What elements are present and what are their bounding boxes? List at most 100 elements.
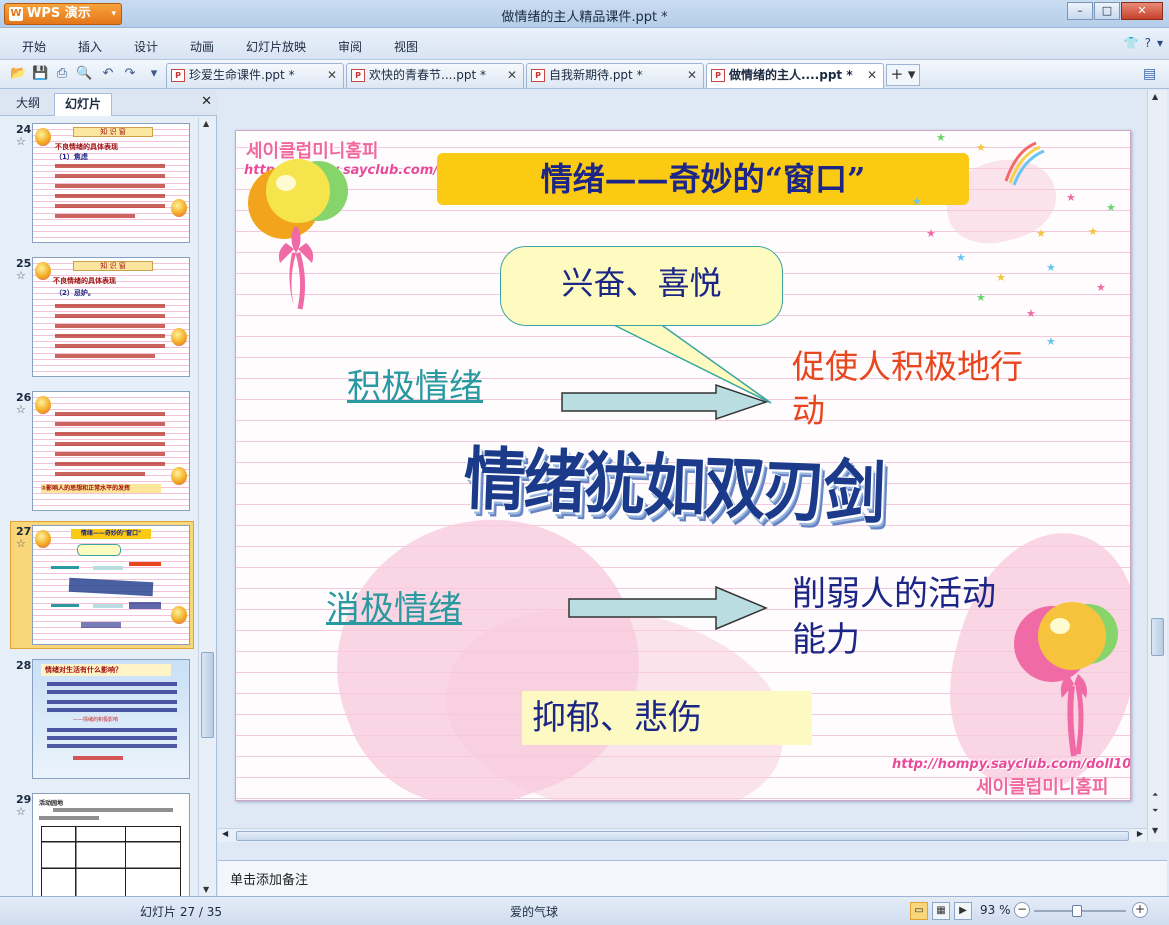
arrow-icon	[561, 383, 769, 421]
star-icon: ★	[976, 141, 986, 154]
scroll-left-icon[interactable]: ◀	[222, 829, 228, 838]
next-slide-icon[interactable]: ⏷	[1152, 806, 1158, 816]
star-icon: ★	[1026, 307, 1036, 320]
star-icon: ★	[1106, 201, 1116, 214]
wordart-title[interactable]: 情绪犹如双刃剑	[434, 422, 913, 538]
positive-effect-text[interactable]: 促使人积极地行动	[792, 345, 1052, 433]
doc-tab-label: 自我新期待.ppt *	[549, 68, 643, 82]
star-icon: ★	[1066, 191, 1076, 204]
tab-slides[interactable]: 幻灯片	[54, 93, 113, 116]
print-preview-icon[interactable]: 🔍	[76, 66, 92, 82]
maximize-button[interactable]: □	[1094, 2, 1120, 20]
close-tab-icon[interactable]: ✕	[507, 64, 517, 87]
ppt-file-icon: P	[171, 69, 185, 82]
layout-icon[interactable]: ▤	[1143, 66, 1159, 82]
doc-tab-label: 珍爱生命课件.ppt *	[189, 68, 295, 82]
print-icon[interactable]: ⎙	[54, 66, 70, 82]
menu-slideshow[interactable]: 幻灯片放映	[246, 38, 306, 55]
slide-sorter-icon[interactable]: ▦	[932, 902, 950, 920]
zoom-in-icon[interactable]: +	[1132, 902, 1148, 918]
ppt-file-icon: P	[531, 69, 545, 82]
zoom-slider-handle[interactable]	[1072, 905, 1083, 917]
thumbnail-text: 不良情绪的具体表现	[53, 277, 116, 285]
star-icon: ★	[1036, 227, 1046, 240]
star-icon: ★	[1046, 335, 1056, 348]
scrollbar-thumb[interactable]	[1151, 618, 1164, 656]
callout-tail	[605, 320, 772, 404]
menu-review[interactable]: 审阅	[338, 38, 362, 55]
close-icon[interactable]: ✕	[201, 94, 212, 109]
panel-scrollbar[interactable]: ▲ ▼	[198, 117, 216, 896]
skin-icon[interactable]: 👕	[1124, 36, 1139, 50]
new-tab-button[interactable]: + ▾	[886, 64, 920, 86]
close-tab-icon[interactable]: ✕	[327, 64, 337, 87]
doc-tab-2[interactable]: P 欢快的青春节....ppt * ✕	[346, 63, 524, 88]
thumbnail-title: 情绪对生活有什么影响？	[41, 664, 171, 676]
animation-star-icon: ☆	[16, 269, 26, 282]
ppt-file-icon: P	[351, 69, 365, 82]
open-icon[interactable]: 📂	[10, 66, 26, 82]
balloon-icon	[248, 159, 348, 310]
theme-name: 爱的气球	[510, 905, 559, 919]
status-bar: 幻灯片 27 / 35 爱的气球 ▭ ▦ ▶ 93 % − +	[0, 896, 1169, 925]
doc-tab-4[interactable]: P 做情绪的主人....ppt * ✕	[706, 63, 884, 88]
scroll-down-icon[interactable]: ▼	[1152, 826, 1158, 835]
menu-insert[interactable]: 插入	[78, 38, 102, 55]
scroll-up-icon[interactable]: ▲	[203, 119, 209, 128]
menu-animation[interactable]: 动画	[190, 38, 214, 55]
horizontal-scrollbar[interactable]: ◀ ▶	[218, 828, 1147, 842]
save-icon[interactable]: 💾	[32, 66, 48, 82]
scrollbar-thumb[interactable]	[236, 831, 1129, 841]
star-icon: ★	[926, 227, 936, 240]
menu-view[interactable]: 视图	[394, 38, 418, 55]
help-icon[interactable]: ?	[1145, 36, 1151, 50]
slide-title[interactable]: 情绪——奇妙的“窗口”	[437, 153, 969, 205]
notes-pane[interactable]: 单击添加备注	[218, 860, 1167, 896]
slide-counter: 幻灯片 27 / 35	[140, 905, 223, 919]
thumbnail-text: ③影响人的思想和正常水平的发挥	[41, 484, 161, 493]
vertical-scrollbar[interactable]: ▲ ⏶ ⏷ ▼	[1147, 90, 1167, 842]
star-icon: ★	[936, 131, 946, 144]
thumbnail-title: 知 识 窗	[73, 127, 153, 137]
scroll-up-icon[interactable]: ▲	[1152, 92, 1158, 101]
window-title: 做情绪的主人精品课件.ppt *	[501, 10, 668, 25]
undo-icon[interactable]: ↶	[100, 66, 116, 82]
scroll-right-icon[interactable]: ▶	[1137, 829, 1143, 838]
previous-slide-icon[interactable]: ⏶	[1152, 790, 1158, 800]
doc-tab-3[interactable]: P 自我新期待.ppt * ✕	[526, 63, 704, 88]
scroll-down-icon[interactable]: ▼	[203, 885, 209, 894]
zoom-level: 93 %	[980, 903, 1011, 917]
current-slide[interactable]: 세이클럽미니홈피 http://hompy.sayclub.com/doll h…	[235, 130, 1131, 801]
ppt-file-icon: P	[711, 69, 725, 82]
chevron-down-icon[interactable]: ▾	[1157, 36, 1163, 50]
menu-home[interactable]: 开始	[22, 38, 46, 55]
negative-emotion-label[interactable]: 消极情绪	[326, 581, 462, 630]
callout-bubble[interactable]: 兴奋、喜悦	[500, 246, 783, 326]
animation-star-icon: ☆	[16, 537, 26, 550]
close-tab-icon[interactable]: ✕	[867, 64, 877, 87]
close-button[interactable]: ✕	[1121, 2, 1163, 20]
minimize-button[interactable]: –	[1067, 2, 1093, 20]
close-tab-icon[interactable]: ✕	[687, 64, 697, 87]
thumbnail-text: 活动园地	[39, 800, 64, 807]
thumbnail-text: （2）忌妒。	[55, 289, 95, 297]
negative-feelings-box[interactable]: 抑郁、悲伤	[522, 691, 812, 745]
doc-tab-1[interactable]: P 珍爱生命课件.ppt * ✕	[166, 63, 344, 88]
notes-placeholder: 单击添加备注	[230, 873, 309, 888]
scrollbar-thumb[interactable]	[201, 652, 214, 738]
zoom-out-icon[interactable]: −	[1014, 902, 1030, 918]
slideshow-icon[interactable]: ▶	[954, 902, 972, 920]
normal-view-icon[interactable]: ▭	[910, 902, 928, 920]
thumbnail-text: ——情绪的积极影响	[73, 717, 119, 723]
star-icon: ★	[976, 291, 986, 304]
positive-emotion-label[interactable]: 积极情绪	[347, 359, 483, 408]
customize-icon[interactable]: ▾	[146, 66, 162, 82]
star-icon: ★	[912, 195, 922, 208]
star-icon: ★	[1096, 281, 1106, 294]
toolbar: 📂 💾 ⎙ 🔍 ↶ ↷ ▾ P 珍爱生命课件.ppt * ✕ P 欢快的青春节....…	[0, 60, 1169, 89]
redo-icon[interactable]: ↷	[122, 66, 138, 82]
negative-effect-text[interactable]: 削弱人的活动能力	[792, 571, 1012, 663]
menu-design[interactable]: 设计	[134, 38, 158, 55]
animation-star-icon: ☆	[16, 403, 26, 416]
tab-outline[interactable]: 大纲	[6, 93, 50, 116]
